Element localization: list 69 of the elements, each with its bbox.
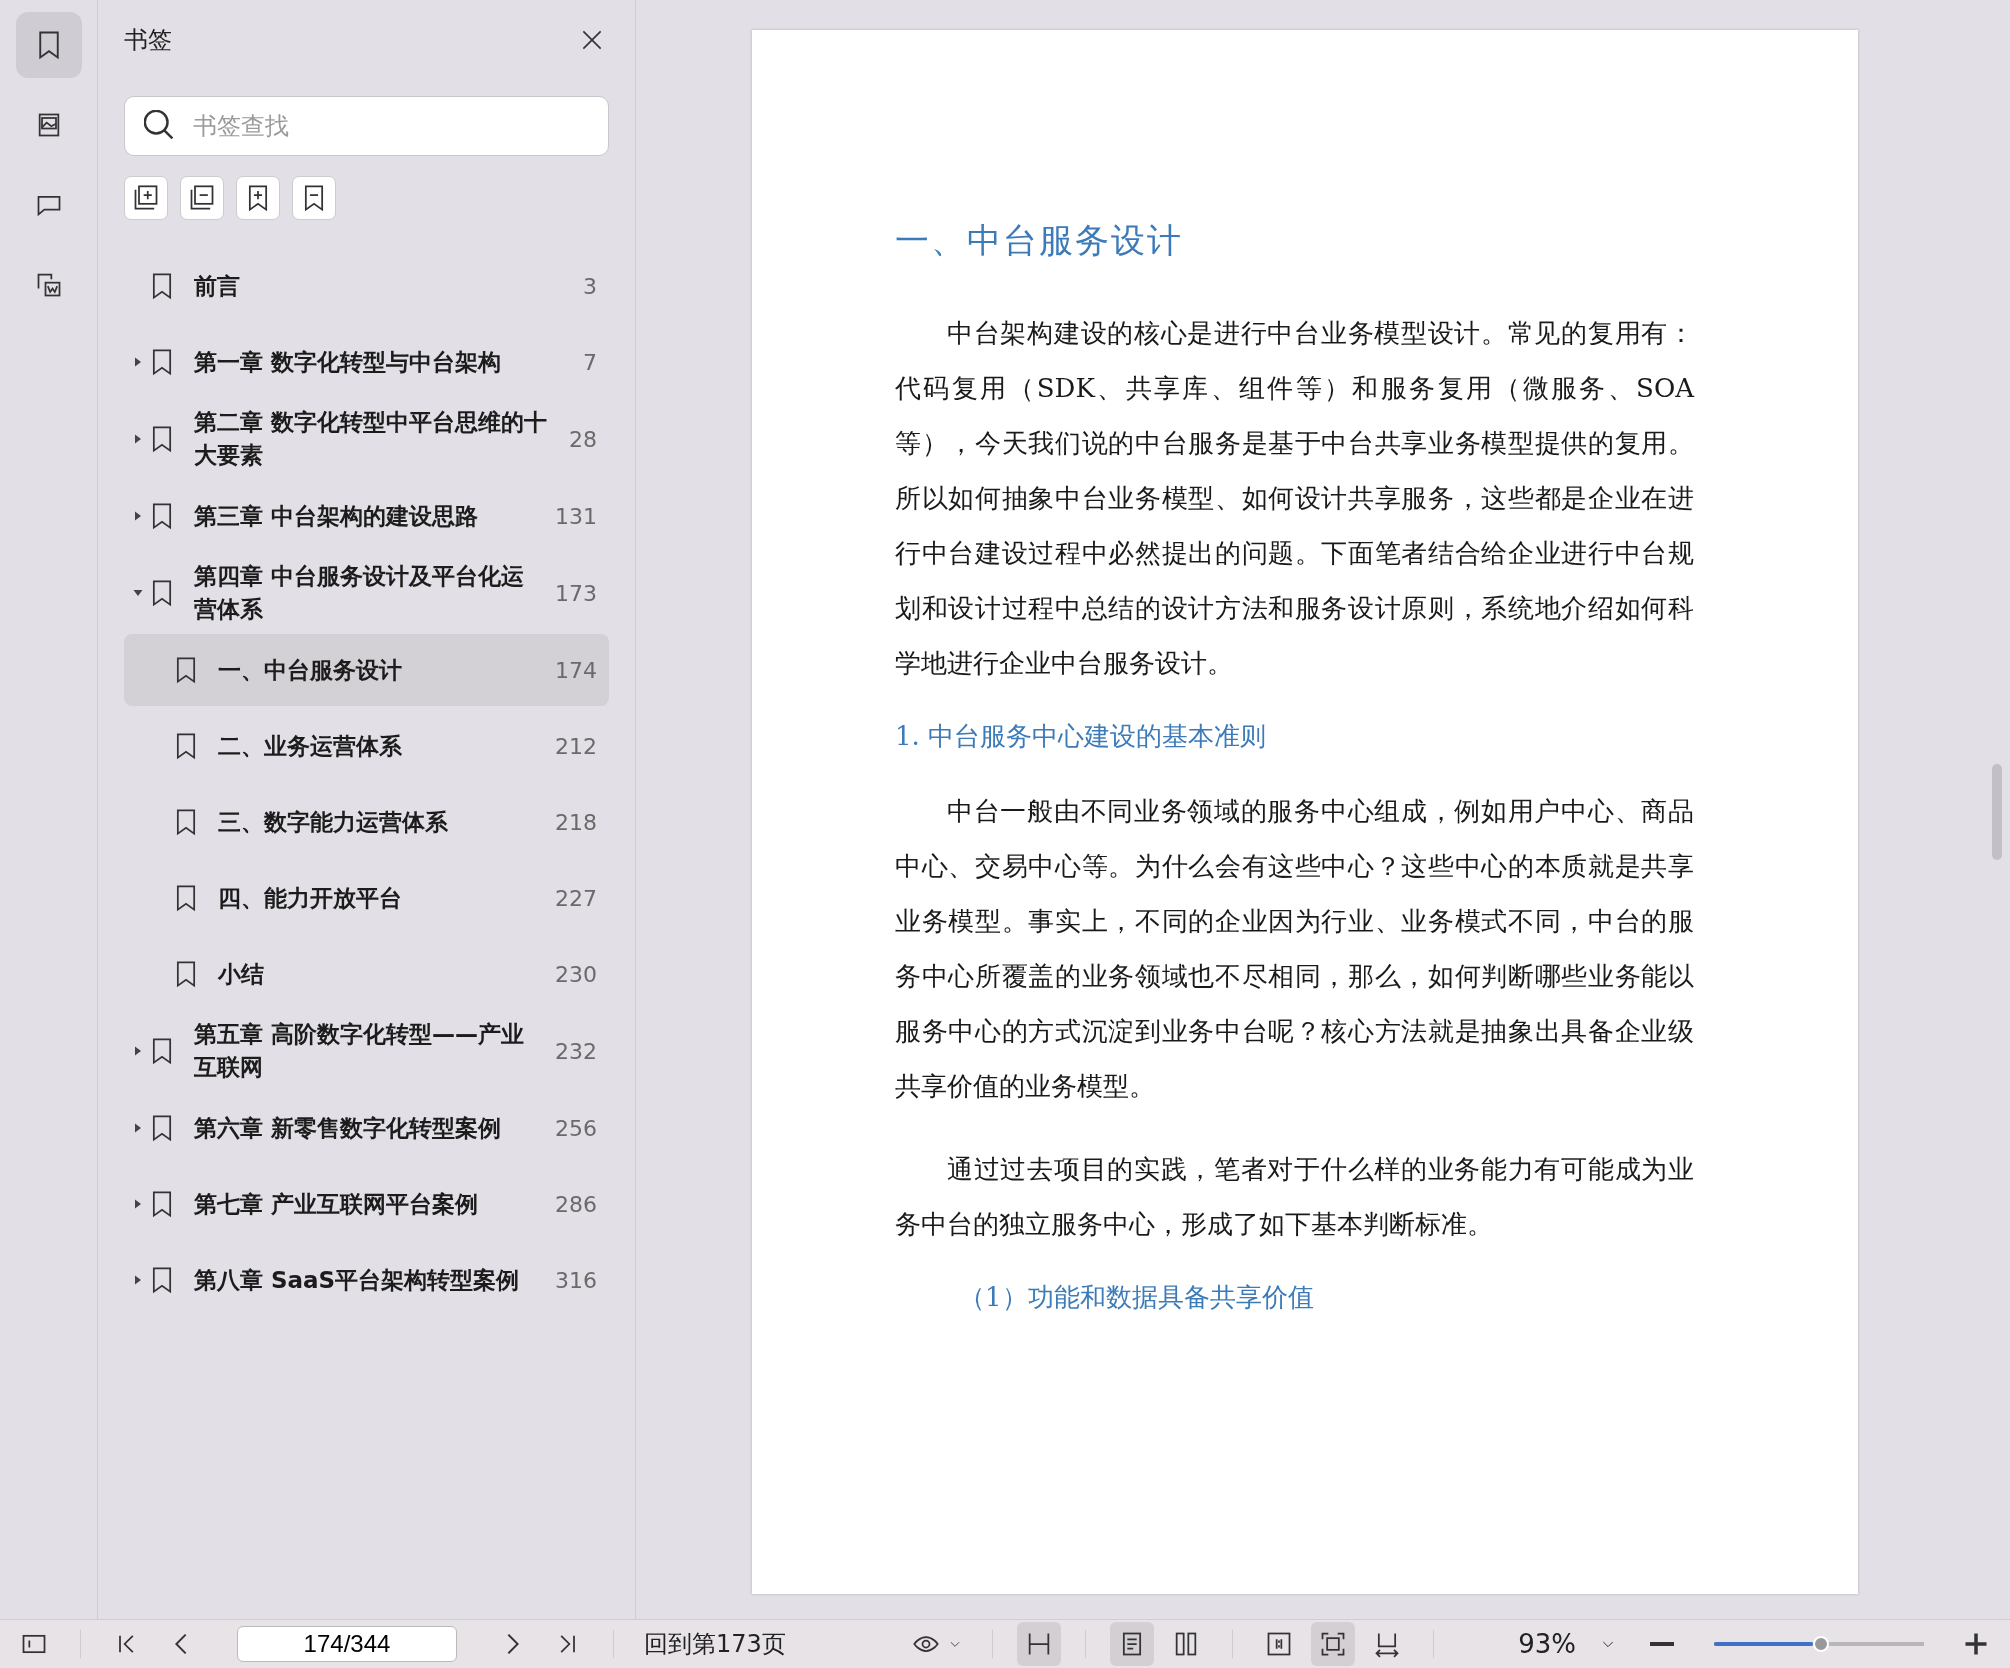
- section-heading: 一、中台服务设计: [895, 219, 1184, 262]
- bookmark-tool-button[interactable]: [180, 176, 224, 220]
- page-number: 28: [569, 426, 597, 452]
- view-tool-button[interactable]: [1110, 1622, 1155, 1666]
- page-number: 256: [555, 1115, 597, 1141]
- bookmark-item[interactable]: 第六章 新零售数字化转型案例 256: [124, 1092, 609, 1164]
- page-number: 232: [555, 1038, 597, 1064]
- bookmark-item[interactable]: 四、能力开放平台 227: [124, 862, 609, 934]
- expand-all-icon: [132, 184, 160, 212]
- bookmark-item[interactable]: 第一章 数字化转型与中台架构 7: [124, 326, 609, 398]
- collapse-all-icon: [188, 184, 216, 212]
- bookmark-label: 三、数字能力运营体系: [218, 807, 449, 837]
- zoom-value[interactable]: 93%: [1518, 1629, 1576, 1659]
- bookmark-tool-button[interactable]: [292, 176, 336, 220]
- bookmark-label: 第七章 产业互联网平台案例: [194, 1189, 479, 1219]
- bookmark-tool-button[interactable]: [124, 176, 168, 220]
- bookmark-item[interactable]: 三、数字能力运营体系 218: [124, 786, 609, 858]
- minus-icon: [1649, 1642, 1675, 1646]
- page-number: 131: [555, 503, 597, 529]
- bookmark-item[interactable]: 第八章 SaaS平台架构转型案例 316: [124, 1244, 609, 1316]
- bookmark-item[interactable]: 第五章 高阶数字化转型——产业互联网 232: [124, 1014, 609, 1088]
- back-to-page-link[interactable]: 回到第173页: [644, 1628, 786, 1660]
- bookmark-item[interactable]: 第四章 中台服务设计及平台化运营体系 173: [124, 556, 609, 630]
- page-number-field[interactable]: 174/344: [237, 1626, 457, 1662]
- search-icon: [144, 110, 174, 140]
- bookmark-item[interactable]: 第七章 产业互联网平台案例 286: [124, 1168, 609, 1240]
- body-paragraph: 中台一般由不同业务领域的服务中心组成，例如用户中心、商品中心、交易中心等。为什么会有这些中心？这些中心的本质就是共享业务模型。事实上，不同的企业因为行业、业务模式不同，中台的服务中心所覆盖的业务领域也不尽相同，那么，如何判断哪些业务能以服务中心的方式沉淀到业务中台呢？核心方法就是抽象出具备企业级共享价值的业务模型。: [895, 795, 1694, 1103]
- scrollbar-thumb[interactable]: [1992, 764, 2002, 860]
- bookmark-label: 前言: [194, 271, 241, 301]
- chevron-right-icon: [507, 1633, 519, 1655]
- bookmark-label: 第六章 新零售数字化转型案例: [194, 1113, 502, 1143]
- bookmark-label: 小结: [218, 959, 265, 989]
- panel-tab[interactable]: [15, 12, 82, 78]
- page-number: 3: [583, 273, 597, 299]
- bookmark-label: 第五章 高阶数字化转型——产业互联网: [194, 1020, 525, 1082]
- page-number: 218: [555, 809, 597, 835]
- bookmark-label: 第四章 中台服务设计及平台化运营体系: [194, 562, 525, 624]
- bookmark-item[interactable]: 第三章 中台架构的建设思路 131: [124, 480, 609, 552]
- bookmark-label: 二、业务运营体系: [218, 731, 403, 761]
- bookmark-tool-button[interactable]: [236, 176, 280, 220]
- search-field[interactable]: 书签查找: [124, 96, 609, 156]
- view-tool-button[interactable]: [1017, 1622, 1062, 1666]
- page-number: 7: [583, 349, 597, 375]
- page-number: 173: [555, 580, 597, 606]
- page-number: 227: [555, 885, 597, 911]
- page-number: 212: [555, 733, 597, 759]
- bookmark-label: 第一章 数字化转型与中台架构: [194, 347, 502, 377]
- bookmark-item[interactable]: 一、中台服务设计 174: [124, 634, 609, 706]
- bookmark-item[interactable]: 前言 3: [124, 250, 609, 322]
- subsection-heading: 1. 中台服务中心建设的基本准则: [895, 720, 1268, 753]
- page-number: 174: [555, 657, 597, 683]
- body-paragraph: 中台架构建设的核心是进行中台业务模型设计。常见的复用有：代码复用（SDK、共享库、组件等）和服务复用（微服务、SOA等），今天我们说的中台服务是基于中台共享业务模型提供的复用。所以如何抽象中台业务模型、如何设计共享服务，这些都是企业在进行中台建设过程中必然提出的问题。下面笔者结合给企业进行中台规划和设计过程中总结的设计方法和服务设计原则，系统地介绍如何科学地进行企业中台服务设计。: [895, 317, 1694, 680]
- page-number: 316: [555, 1267, 597, 1293]
- criterion-heading: （1）功能和数据具备共享价值: [959, 1281, 1315, 1314]
- bookmark-label: 四、能力开放平台: [218, 883, 403, 913]
- view-tool-button[interactable]: [1311, 1622, 1356, 1666]
- page-number: 286: [555, 1191, 597, 1217]
- bookmark-label: 第二章 数字化转型中平台思维的十大要素: [194, 408, 548, 470]
- panel-title: 书签: [124, 25, 172, 56]
- bookmark-item[interactable]: 二、业务运营体系 212: [124, 710, 609, 782]
- chevron-left-icon: [175, 1633, 187, 1655]
- bookmark-label: 第三章 中台架构的建设思路: [194, 501, 479, 531]
- zoom-slider-fill[interactable]: [1714, 1642, 1813, 1646]
- page-number: 230: [555, 961, 597, 987]
- bookmark-label: 一、中台服务设计: [218, 655, 403, 685]
- bookmark-label: 第八章 SaaS平台架构转型案例: [194, 1265, 521, 1295]
- zoom-slider-thumb[interactable]: [1812, 1636, 1829, 1652]
- body-paragraph: 通过过去项目的实践，笔者对于什么样的业务能力有可能成为业务中台的独立服务中心，形成了如下基本判断标准。: [895, 1153, 1694, 1241]
- bookmark-item[interactable]: 小结 230: [124, 938, 609, 1010]
